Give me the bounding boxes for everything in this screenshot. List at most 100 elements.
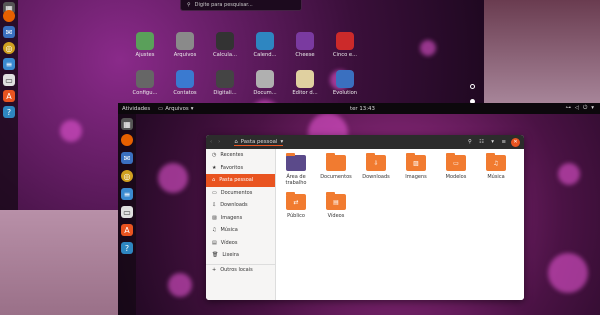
- home-icon: ⌂: [212, 177, 216, 184]
- search-icon[interactable]: ⚲: [468, 139, 472, 145]
- calculator-icon: [216, 32, 234, 50]
- location-label: Pasta pessoal: [240, 138, 278, 145]
- folder-item[interactable]: ♫ Música: [480, 153, 512, 180]
- sidebar-item-label: Música: [220, 227, 238, 234]
- videos-folder-icon: ▤: [326, 192, 346, 210]
- app-tile[interactable]: Configu...: [128, 70, 162, 96]
- bokeh: [548, 253, 588, 293]
- app-tile[interactable]: Digitali...: [208, 70, 242, 96]
- view-options-icon[interactable]: ☷: [479, 139, 484, 145]
- app-tile[interactable]: Evolution: [328, 70, 362, 96]
- sidebar-item[interactable]: ★ Favoritos: [206, 162, 275, 175]
- mail-icon[interactable]: ✉: [121, 152, 133, 164]
- music-icon: ♫: [212, 227, 217, 234]
- bokeh: [420, 40, 436, 56]
- sidebar-item[interactable]: ▤ Vídeos: [206, 237, 275, 250]
- location-button[interactable]: ⌂ Pasta pessoal ▾: [234, 138, 284, 146]
- app-label: Arquivos: [173, 52, 197, 58]
- folder-item[interactable]: ▤ Vídeos: [320, 192, 352, 219]
- app-tile[interactable]: Docum...: [248, 70, 282, 96]
- header-bar: ‹ › ⌂ Pasta pessoal ▾ ⚲ ☷ ▾ ≡ ✕: [206, 135, 524, 149]
- app-label: Calcula...: [213, 52, 237, 58]
- app-tile[interactable]: Cinco e...: [328, 32, 362, 58]
- star-icon: ★: [212, 164, 217, 171]
- app-tile[interactable]: Cheese: [288, 32, 322, 58]
- sidebar-item[interactable]: 🗑 Lixeira: [206, 249, 275, 262]
- show-apps-icon[interactable]: ▦: [121, 118, 133, 130]
- app-tile[interactable]: Calcula...: [208, 32, 242, 58]
- sidebar-item[interactable]: ▭ Documentos: [206, 187, 275, 200]
- folder-view: Área de trabalho Documentos ⇩ Downloads ▨ Ima…: [276, 149, 524, 300]
- dock: ▦ ✉ ◎ ≡ ▭ A ?: [0, 0, 18, 210]
- folder-item[interactable]: ⇄ Público: [280, 192, 312, 219]
- app-tile[interactable]: Editor d...: [288, 70, 322, 96]
- cheese-icon: [296, 32, 314, 50]
- sidebar-item[interactable]: ⌂ Pasta pessoal: [206, 174, 275, 187]
- sidebar: ◷ Recentes ★ Favoritos ⌂ Pasta pessoal ▭ Docume…: [206, 149, 276, 300]
- files-icon[interactable]: ▭: [121, 206, 133, 218]
- folder-item[interactable]: ⇩ Downloads: [360, 153, 392, 180]
- clock[interactable]: ter 13:43: [350, 106, 375, 112]
- folder-item[interactable]: Área de trabalho: [280, 153, 312, 186]
- chevron-down-icon: ▾: [190, 105, 194, 112]
- sidebar-item[interactable]: ▨ Imagens: [206, 212, 275, 225]
- files-icon[interactable]: ▭: [3, 74, 15, 86]
- folder-icon: ▭: [158, 105, 164, 112]
- music-icon[interactable]: ◎: [121, 170, 133, 182]
- sidebar-item-label: Documentos: [220, 189, 253, 196]
- sidebar-item[interactable]: + Outros locais: [206, 263, 275, 277]
- sidebar-item[interactable]: ⇩ Downloads: [206, 199, 275, 212]
- search-icon: ⚲: [187, 2, 191, 8]
- mail-icon[interactable]: ✉: [3, 26, 15, 38]
- recent-icon: ◷: [212, 152, 217, 159]
- app-menu[interactable]: ▭ Arquivos ▾: [158, 106, 193, 112]
- pictures-folder-icon: ▨: [406, 153, 426, 171]
- bokeh: [60, 120, 82, 142]
- music-icon[interactable]: ◎: [3, 42, 15, 54]
- help-icon[interactable]: ?: [121, 242, 133, 254]
- sidebar-item-label: Vídeos: [220, 239, 238, 246]
- back-button[interactable]: ‹: [210, 139, 212, 145]
- app-tile[interactable]: Contatos: [168, 70, 202, 96]
- sidebar-item[interactable]: ◷ Recentes: [206, 149, 275, 162]
- document-viewer-icon: [256, 70, 274, 88]
- close-icon[interactable]: ✕: [511, 137, 520, 147]
- app-tile[interactable]: Calend...: [248, 32, 282, 58]
- sort-icon[interactable]: ▾: [491, 139, 494, 145]
- app-label: Evolution: [332, 90, 358, 96]
- document-icon[interactable]: ≡: [121, 188, 133, 200]
- page-dot[interactable]: [470, 84, 475, 89]
- home-icon: ⌂: [234, 138, 238, 145]
- app-menu-label: Arquivos: [165, 105, 189, 112]
- calendar-icon: [256, 32, 274, 50]
- help-icon[interactable]: ?: [3, 106, 15, 118]
- scanner-icon: [216, 70, 234, 88]
- system-tray[interactable]: ⊶ ◁ ⏻ ▾: [565, 105, 594, 112]
- software-icon[interactable]: A: [121, 224, 133, 236]
- sidebar-item[interactable]: ♫ Música: [206, 224, 275, 237]
- menu-icon[interactable]: ≡: [501, 139, 506, 145]
- image-icon: ▨: [212, 214, 217, 221]
- sidebar-item-label: Lixeira: [222, 252, 239, 259]
- software-icon[interactable]: A: [3, 90, 15, 102]
- app-label: Contatos: [173, 90, 197, 96]
- app-label: Cheese: [295, 52, 315, 58]
- folder-item[interactable]: Documentos: [320, 153, 352, 180]
- folder-label: Documentos: [320, 174, 352, 180]
- folder-item[interactable]: ▭ Modelos: [440, 153, 472, 180]
- plus-icon: +: [212, 267, 217, 274]
- document-icon[interactable]: ≡: [3, 58, 15, 70]
- firefox-icon[interactable]: [121, 134, 133, 146]
- sidebar-item-label: Outros locais: [220, 267, 253, 274]
- documents-folder-icon: [326, 153, 346, 171]
- app-tile[interactable]: Ajustes: [128, 32, 162, 58]
- activities-button[interactable]: Atividades: [122, 106, 150, 112]
- app-label: Ajustes: [135, 52, 155, 58]
- folder-label: Música: [487, 174, 505, 180]
- desktop-wallpaper-bottom: [0, 210, 118, 315]
- app-tile[interactable]: Arquivos: [168, 32, 202, 58]
- search-field[interactable]: ⚲ Digite para pesquisar...: [180, 0, 302, 11]
- folder-item[interactable]: ▨ Imagens: [400, 153, 432, 180]
- firefox-icon[interactable]: [3, 10, 15, 22]
- forward-button[interactable]: ›: [218, 139, 220, 145]
